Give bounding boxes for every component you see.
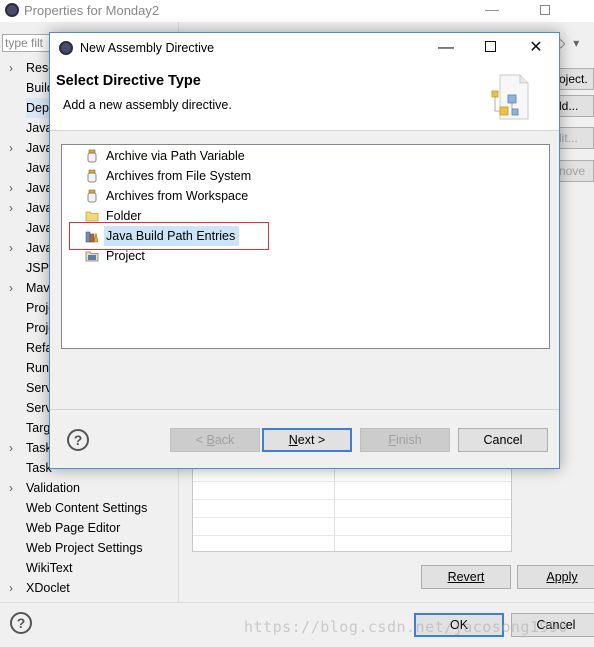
filter-input[interactable]: type filt [2, 34, 52, 52]
history-nav-icons[interactable]: ◇▾ [556, 36, 587, 50]
list-item-label: Archives from Workspace [106, 189, 249, 203]
right-button-4[interactable]: nove [556, 160, 594, 182]
list-item-label: Java Build Path Entries [104, 226, 240, 246]
list-item-label: Project [106, 249, 145, 263]
back-prefix: < [195, 433, 207, 447]
assembly-wizard-icon [491, 74, 529, 120]
tree-item-label: Serv [26, 401, 52, 415]
revert-label: Revert [447, 570, 485, 584]
jar-icon [87, 149, 97, 163]
tree-item-label: WikiText [26, 561, 73, 575]
right-button-3[interactable]: lit... [556, 127, 594, 149]
tree-item-label: Web Content Settings [26, 501, 148, 515]
help-icon[interactable]: ? [10, 612, 32, 634]
dialog-header: Select Directive Type Add a new assembly… [50, 63, 559, 131]
help-icon[interactable]: ? [67, 429, 89, 451]
tree-item[interactable]: › Validation [0, 478, 178, 498]
library-icon [85, 231, 99, 243]
folder-icon [85, 211, 99, 222]
chevron-right-icon[interactable]: › [9, 238, 13, 258]
new-assembly-directive-dialog: New Assembly Directive — ✕ Select Direct… [49, 32, 560, 469]
apply-label: Apply [546, 570, 578, 584]
maximize-button[interactable] [475, 37, 505, 59]
dialog-title: New Assembly Directive [80, 41, 215, 55]
maximize-button[interactable] [540, 5, 550, 15]
tree-item-label: Serv [26, 381, 52, 395]
eclipse-icon [5, 3, 19, 17]
back-mnemonic: B [206, 433, 215, 447]
entries-table[interactable] [192, 466, 512, 552]
eclipse-icon [59, 41, 73, 55]
tree-item-label: Task [26, 461, 52, 475]
finish-rest: inish [395, 433, 422, 447]
right-button-2[interactable]: ld... [556, 95, 594, 117]
tree-item-label: Web Project Settings [26, 541, 143, 555]
finish-mnemonic: F [388, 433, 396, 447]
close-button[interactable]: ✕ [521, 37, 551, 59]
list-item-label: Archives from File System [106, 169, 252, 183]
project-icon [85, 251, 99, 262]
chevron-right-icon[interactable]: › [9, 58, 13, 78]
tree-item-label: JSP [26, 261, 49, 275]
next-button[interactable]: Next > [262, 428, 352, 452]
revert-button[interactable]: Revert [421, 565, 511, 589]
tree-item[interactable]: Web Page Editor [0, 518, 178, 538]
finish-button[interactable]: Finish [360, 428, 450, 452]
footer-separator [0, 602, 594, 603]
chevron-right-icon[interactable]: › [9, 198, 13, 218]
chevron-right-icon[interactable]: › [9, 438, 13, 458]
properties-title: Properties for Monday2 [24, 3, 160, 18]
apply-button[interactable]: Apply [517, 565, 594, 589]
header-title: Select Directive Type [56, 73, 201, 89]
jar-icon [87, 189, 97, 203]
dialog-footer-separator [50, 409, 559, 410]
cancel-button[interactable]: Cancel [458, 428, 548, 452]
tree-item[interactable]: › XDoclet [0, 578, 178, 598]
list-item-label: Folder [106, 209, 142, 223]
tree-item-label: Web Page Editor [26, 521, 121, 535]
back-button[interactable]: < Back [170, 428, 260, 452]
chevron-right-icon[interactable]: › [9, 138, 13, 158]
minimize-button[interactable]: — [484, 1, 500, 17]
jar-icon [87, 169, 97, 183]
directive-type-list[interactable]: Archive via Path Variable Archives from … [61, 144, 550, 349]
next-mnemonic: N [288, 433, 298, 447]
chevron-right-icon[interactable]: › [9, 578, 13, 598]
minimize-button[interactable]: — [431, 37, 461, 59]
next-rest: ext > [297, 433, 326, 447]
right-button-1[interactable]: oject. [556, 68, 594, 90]
tree-item[interactable]: WikiText [0, 558, 178, 578]
chevron-right-icon[interactable]: › [9, 278, 13, 298]
tree-item-label: Targ [26, 421, 51, 435]
properties-titlebar: Properties for Monday2 — [0, 0, 594, 22]
tree-item-label: Validation [26, 481, 80, 495]
list-item-label: Archive via Path Variable [106, 149, 245, 163]
tree-item[interactable]: Web Project Settings [0, 538, 178, 558]
chevron-right-icon[interactable]: › [9, 478, 13, 498]
tree-item-label: Task [26, 441, 52, 455]
chevron-right-icon[interactable]: › [9, 178, 13, 198]
header-description: Add a new assembly directive. [63, 98, 232, 112]
back-rest: ack [214, 433, 235, 447]
dialog-titlebar: New Assembly Directive — ✕ [50, 33, 559, 63]
watermark-text: https://blog.csdn.net/jacosong1990 [244, 618, 569, 636]
tree-item[interactable]: Web Content Settings [0, 498, 178, 518]
tree-item-label: XDoclet [26, 581, 70, 595]
